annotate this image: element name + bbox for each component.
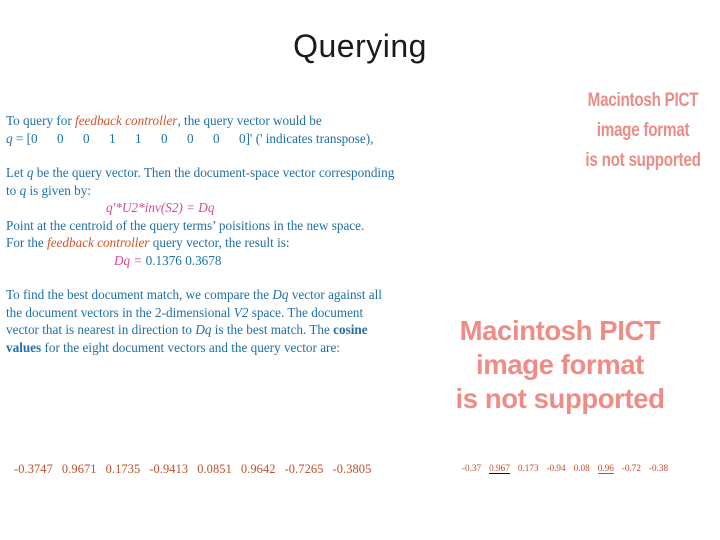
paragraph-doc-space-vector: Let q be the query vector. Then the docu…: [6, 164, 398, 199]
cosine-value: 0.173: [517, 463, 539, 473]
q-element: 0: [57, 130, 64, 146]
pict-large-line-3: is not supported: [455, 383, 665, 414]
cosine-value: -0.7265: [284, 462, 324, 476]
cosine-values-row-left: -0.3747 0.9671 0.1735 -0.9413 0.0851 0.9642 -0…: [14, 462, 380, 477]
q-symbol: q: [6, 130, 13, 146]
cosine-value: 0.9671: [61, 462, 97, 476]
q-element: 0: [83, 130, 90, 146]
cosine-values-row-right: -0.37 0.967 0.173 -0.94 0.08 0.96 -0.72 -0.38: [462, 463, 676, 474]
q-equals-bracket: = [: [12, 130, 32, 146]
q-close-bracket: ]': [245, 130, 253, 146]
paragraph-best-match: To find the best document match, we comp…: [6, 286, 398, 356]
cosine-value: 0.9642: [240, 462, 276, 476]
q-element: 0: [31, 130, 38, 146]
cosine-value: 0.0851: [197, 462, 232, 476]
dq-symbol-inline: Dq: [272, 287, 289, 302]
text-let-q-be: Let: [6, 165, 27, 180]
cosine-value: -0.3805: [332, 462, 372, 476]
pict-small-line-3: is not supported: [585, 150, 701, 171]
cosine-value: -0.94: [546, 463, 566, 473]
dq-values: 0.1376 0.3678: [145, 252, 222, 268]
q-element: 0: [239, 130, 246, 146]
slide-body-text: To query for feedback controller, the qu…: [6, 112, 398, 356]
pict-placeholder-large: Macintosh PICT image format is not suppo…: [404, 314, 716, 416]
text-is-given-by: is given by:: [26, 182, 91, 198]
keyword-feedback-controller: feedback controller: [75, 113, 178, 128]
transpose-note: (' indicates transpose),: [255, 130, 374, 146]
dq-symbol-inline: Dq: [195, 322, 212, 337]
cosine-value: -0.3747: [14, 462, 53, 476]
text-query-for: To query for: [6, 113, 76, 128]
text-for-the: For the: [6, 235, 48, 250]
text-result-is: query vector, the result is:: [149, 235, 290, 250]
paragraph-result-intro: For the feedback controller query vector…: [6, 234, 398, 252]
page-title: Querying: [293, 28, 427, 64]
pict-small-line-1: Macintosh PICT: [587, 90, 699, 111]
dq-label: Dq =: [114, 252, 146, 268]
cosine-value: -0.9413: [149, 462, 189, 476]
paragraph-centroid: Point at the centroid of the query terms…: [6, 217, 365, 233]
pict-large-line-2: image format: [476, 349, 644, 380]
query-vector-line: q = [0 0 0 1 1 0 0 0 0]' (' indicates transpose)…: [6, 130, 398, 148]
q-element: 0: [187, 130, 194, 146]
q-element: 1: [135, 130, 142, 146]
text-for-eight-doc-vectors: for the eight document vectors and the q…: [41, 339, 340, 355]
cosine-value: -0.38: [648, 463, 669, 473]
q-element: 0: [161, 130, 168, 146]
keyword-feedback-controller: feedback controller: [47, 235, 150, 250]
pict-large-line-1: Macintosh PICT: [459, 315, 661, 346]
text-query-vector-would-be: , the query vector would be: [177, 113, 322, 128]
cosine-value: 0.08: [573, 463, 590, 473]
pict-small-line-2: image format: [596, 120, 690, 141]
text-best-match-the: is the best match. The: [211, 322, 334, 337]
cosine-value: -0.37: [462, 463, 482, 473]
paragraph-query-intro: To query for feedback controller, the qu…: [6, 112, 398, 130]
pict-placeholder-small: Macintosh PICT image format is not suppo…: [583, 86, 703, 176]
cosine-value: 0.967: [489, 463, 510, 474]
formula-dq-result: Dq = 0.1376 0.3678: [6, 252, 398, 270]
cosine-value: -0.72: [621, 463, 641, 473]
q-element: 0: [213, 130, 220, 146]
cosine-value: 0.1735: [105, 462, 141, 476]
v2-symbol-inline: V2: [233, 304, 249, 320]
q-element: 1: [109, 130, 116, 146]
text-to-find-best-match: To find the best document match, we comp…: [6, 287, 273, 302]
cosine-value: 0.96: [597, 463, 614, 474]
formula-dq-definition: q'*U2*inv(S2) = Dq: [106, 200, 215, 215]
